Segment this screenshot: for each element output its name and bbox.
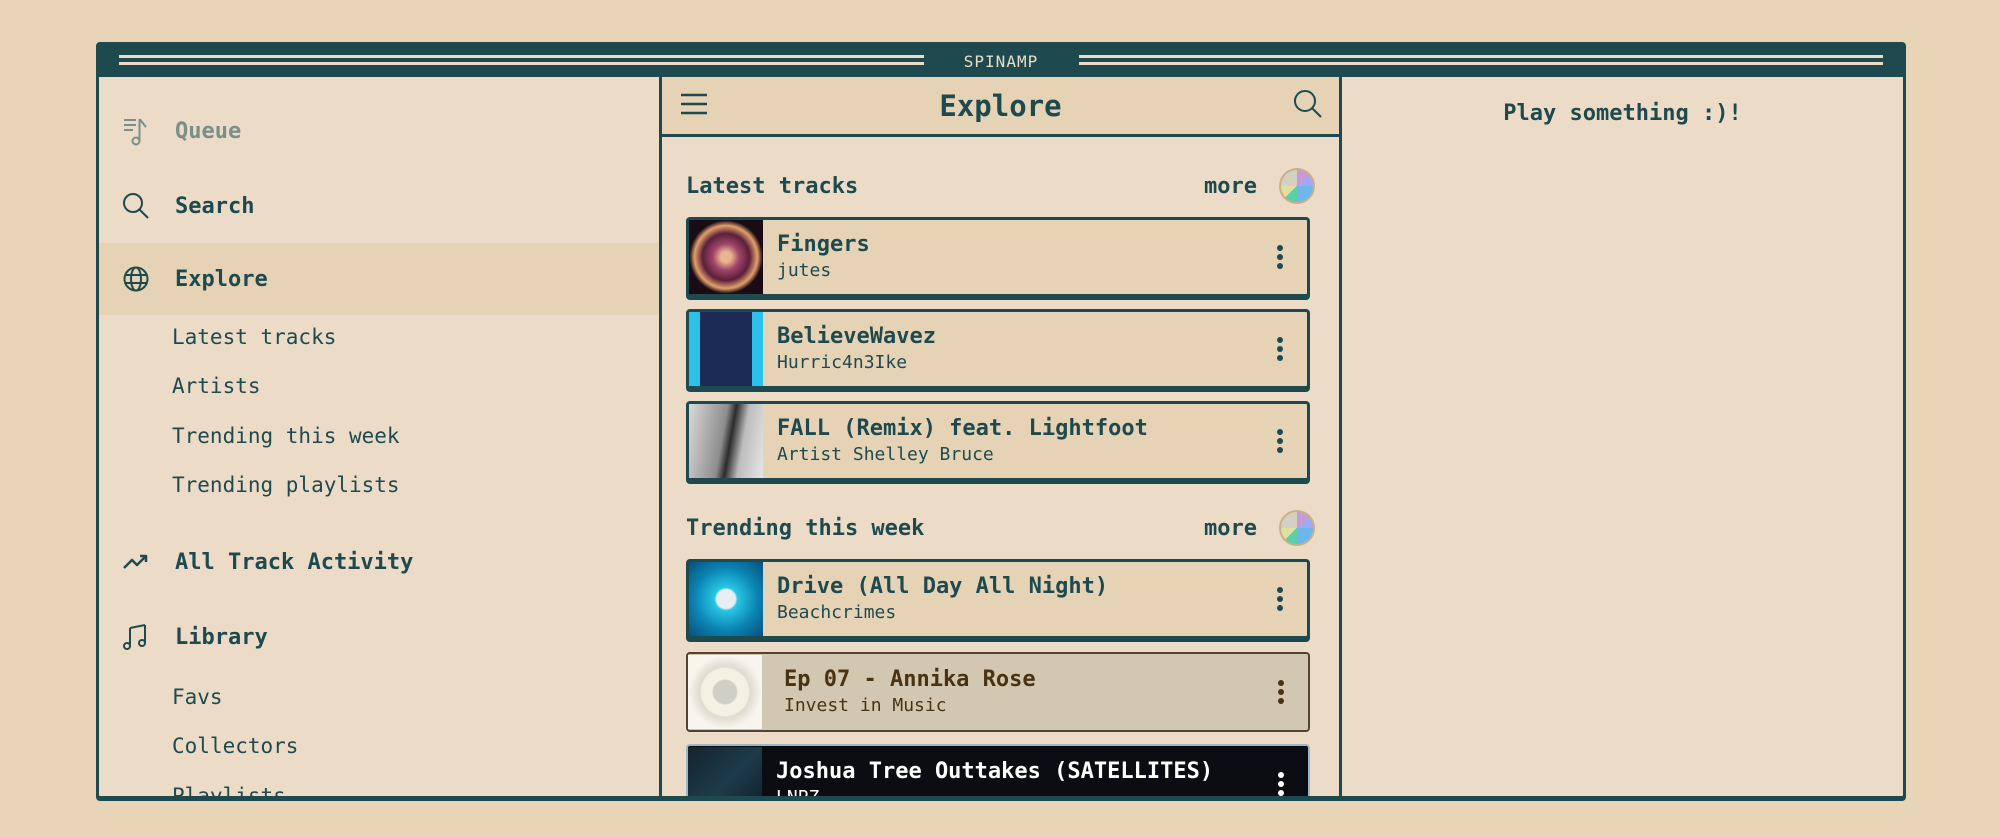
title-bar-decoration-left [119,54,924,68]
section-title: Trending this week [686,515,925,541]
track-row[interactable]: Drive (All Day All Night) Beachcrimes [686,559,1310,639]
sidebar-item-label: Explore [175,266,268,292]
sidebar-item-search[interactable]: Search [99,170,659,242]
track-title: FALL (Remix) feat. Lightfoot [777,416,1148,441]
title-bar-decoration-right [1079,54,1883,68]
sidebar: Queue Search Explore Latest tracks Artis… [99,77,662,796]
queue-icon [121,116,151,146]
globe-icon [121,264,151,294]
title-bar[interactable]: SPINAMP [99,45,1903,77]
sidebar-item-label: Library [175,624,268,650]
more-options-icon[interactable] [1265,337,1295,361]
album-art [688,655,762,729]
album-art [689,562,763,636]
sidebar-subitem-latest-tracks[interactable]: Latest tracks [172,325,336,349]
more-link[interactable]: more [1204,174,1257,199]
track-row[interactable]: Joshua Tree Outtakes (SATELLITES) LNPZ [686,744,1310,796]
album-art [688,747,762,796]
more-options-icon[interactable] [1265,245,1295,269]
track-title: BelieveWavez [777,324,936,349]
album-art [689,220,763,294]
trending-icon [121,547,151,577]
search-button[interactable] [1293,89,1323,123]
track-title: Fingers [777,232,870,257]
sidebar-subitem-trending-this-week[interactable]: Trending this week [172,424,400,448]
sidebar-item-library[interactable]: Library [99,601,659,673]
track-row[interactable]: BelieveWavez Hurric4n3Ike [686,309,1310,389]
search-icon [1294,89,1322,118]
music-notes-icon [121,622,151,652]
more-options-icon[interactable] [1266,680,1296,704]
app-window: SPINAMP Queue Search Explore Latest trac… [96,42,1906,799]
more-options-icon[interactable] [1265,429,1295,453]
window-title: SPINAMP [963,51,1039,71]
album-art [689,404,763,478]
album-art [689,312,763,386]
track-artist: LNPZ [776,786,1266,796]
explore-panel: Explore Latest tracks more Fingers jutes… [662,77,1342,796]
sidebar-subitem-collectors[interactable]: Collectors [172,734,298,758]
color-wheel-icon[interactable] [1279,168,1315,204]
sidebar-subitem-artists[interactable]: Artists [172,374,261,398]
section-title: Latest tracks [686,173,859,199]
menu-button[interactable] [680,92,708,120]
track-artist: Hurric4n3Ike [777,352,908,373]
more-options-icon[interactable] [1266,772,1296,796]
track-row[interactable]: FALL (Remix) feat. Lightfoot Artist Shel… [686,401,1310,481]
sidebar-subitem-trending-playlists[interactable]: Trending playlists [172,473,400,497]
hamburger-menu-icon [681,93,707,114]
sidebar-subitem-playlists[interactable]: Playlists [172,784,286,796]
sidebar-item-all-track-activity[interactable]: All Track Activity [99,526,659,598]
track-artist: Beachcrimes [777,602,897,623]
track-row[interactable]: Ep 07 - Annika Rose Invest in Music [686,652,1310,732]
more-options-icon[interactable] [1265,587,1295,611]
track-title: Drive (All Day All Night) [777,574,1109,599]
sidebar-item-label: Search [175,193,255,219]
page-title: Explore [939,88,1062,123]
empty-player-message: Play something :)! [1503,101,1742,126]
sidebar-item-label: All Track Activity [175,549,414,575]
track-title: Joshua Tree Outtakes (SATELLITES) [776,759,1214,784]
sidebar-item-queue[interactable]: Queue [99,95,659,167]
player-panel: Play something :)! [1342,77,1903,796]
track-row[interactable]: Fingers jutes [686,217,1310,297]
color-wheel-icon[interactable] [1279,510,1315,546]
sidebar-item-label: Queue [175,118,242,144]
more-link[interactable]: more [1204,516,1257,541]
search-icon [121,191,151,221]
track-artist: jutes [777,260,832,281]
section-header-latest-tracks: Latest tracks more [686,166,1315,206]
sidebar-subitem-favs[interactable]: Favs [172,685,223,709]
track-artist: Artist Shelley Bruce [777,444,994,465]
sidebar-item-explore[interactable]: Explore [99,243,659,315]
explore-header: Explore [662,77,1339,137]
track-title: Ep 07 - Annika Rose [784,667,1036,692]
section-header-trending-this-week: Trending this week more [686,508,1315,548]
track-artist: Invest in Music [784,695,947,716]
